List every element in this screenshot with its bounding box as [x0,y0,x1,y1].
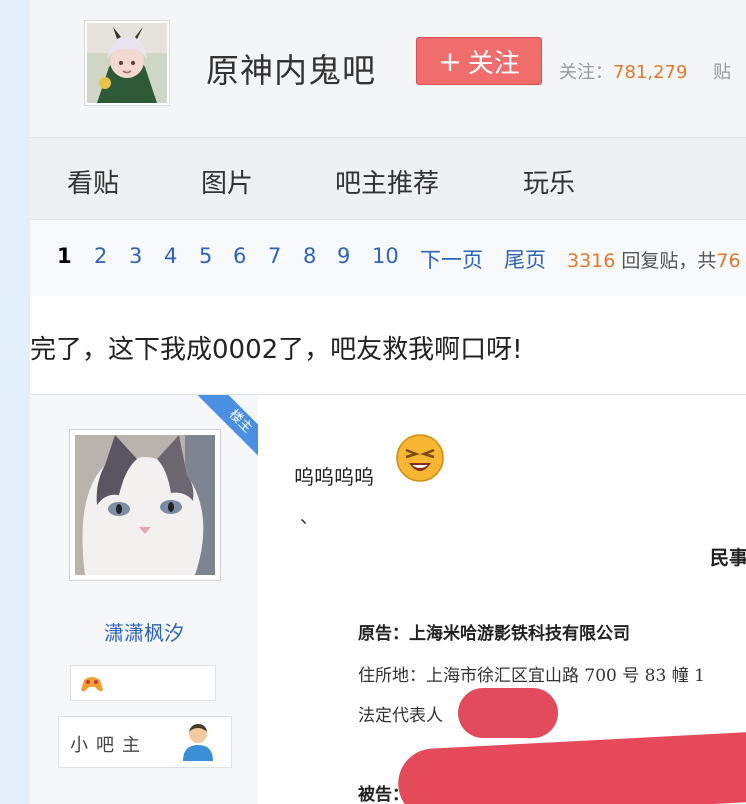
total-pages: 76 [716,250,741,272]
page-link-8[interactable]: 8 [303,244,316,268]
forum-title: 原神内鬼吧 [206,51,376,90]
page-link-2[interactable]: 2 [94,244,107,268]
page-link-5[interactable]: 5 [199,244,212,268]
doc-address-line: 住所地：上海市徐汇区宜山路 700 号 83 幢 1 [358,666,705,686]
op-ribbon: 楼主 [196,395,258,457]
doc-plaintiff-line: 原告：上海米哈游影铁科技有限公司 [358,624,630,644]
forum-nav: 看贴 图片 吧主推荐 玩乐 [30,137,746,220]
plus-icon: + [438,44,462,78]
page-link-9[interactable]: 9 [337,244,350,268]
thread-title: 完了，这下我成0002了，吧友救我啊口呀! [30,335,523,365]
cat-avatar-image [75,435,215,575]
forum-header: 原神内鬼吧 + 关注 关注：781,279 贴 [30,0,746,137]
post-text: 呜呜呜呜 [294,465,374,489]
redaction-mark [396,729,746,804]
page-link-6[interactable]: 6 [233,244,246,268]
follow-count: 781,279 [613,62,688,83]
page-link-1: 1 [57,244,72,268]
role-badge: 小吧主 [58,716,232,768]
left-page-background [0,0,30,804]
reply-info: 3316 回复贴，共76 [567,246,741,273]
pagination: 1 2 3 4 5 6 7 8 9 10 下一页 尾页 3316 回复贴，共76 [30,219,746,297]
tab-moderator-picks[interactable]: 吧主推荐 [335,163,439,200]
thread-title-bar: 完了，这下我成0002了，吧友救我啊口呀! [30,296,746,395]
follow-count-label: 关注： [559,62,613,83]
forum-avatar-image [87,23,167,103]
follow-button-label: 关注 [467,48,520,79]
forum-stats: 关注：781,279 贴 [559,58,731,84]
redaction-mark [458,688,558,738]
role-label: 小吧主 [70,735,148,756]
level-badge [70,665,216,701]
user-icon [183,724,213,761]
tab-images[interactable]: 图片 [201,163,253,200]
doc-heading: 民事 [710,547,746,569]
tab-fun[interactable]: 玩乐 [523,163,575,200]
page-link-3[interactable]: 3 [129,244,142,268]
gamepad-badge-icon [81,677,103,692]
reply-label: 回复贴，共 [621,250,717,272]
page-link-4[interactable]: 4 [164,244,177,268]
post-tick-mark: 、 [300,507,318,528]
forum-avatar[interactable] [84,20,170,106]
page-link-7[interactable]: 7 [268,244,281,268]
op-ribbon-label: 楼主 [196,395,258,457]
post-content: 呜呜呜呜 、 民事 原告：上海米哈游影铁科技有限公司 住所地：上海市徐汇区宜山路… [258,395,746,804]
page-link-10[interactable]: 10 [372,244,399,268]
reply-count: 3316 [567,250,616,272]
next-page-link[interactable]: 下一页 [420,244,483,274]
post-count-label: 贴 [713,62,732,83]
tab-posts[interactable]: 看贴 [67,163,119,200]
doc-legal-rep-line: 法定代表人 [358,706,443,726]
document-image: 民事 原告：上海米哈游影铁科技有限公司 住所地：上海市徐汇区宜山路 700 号 … [358,525,746,804]
author-name[interactable]: 潇潇枫汐 [30,617,258,646]
last-page-link[interactable]: 尾页 [504,244,546,274]
crying-face-emoji-icon [396,434,444,482]
follow-button[interactable]: + 关注 [416,37,542,85]
